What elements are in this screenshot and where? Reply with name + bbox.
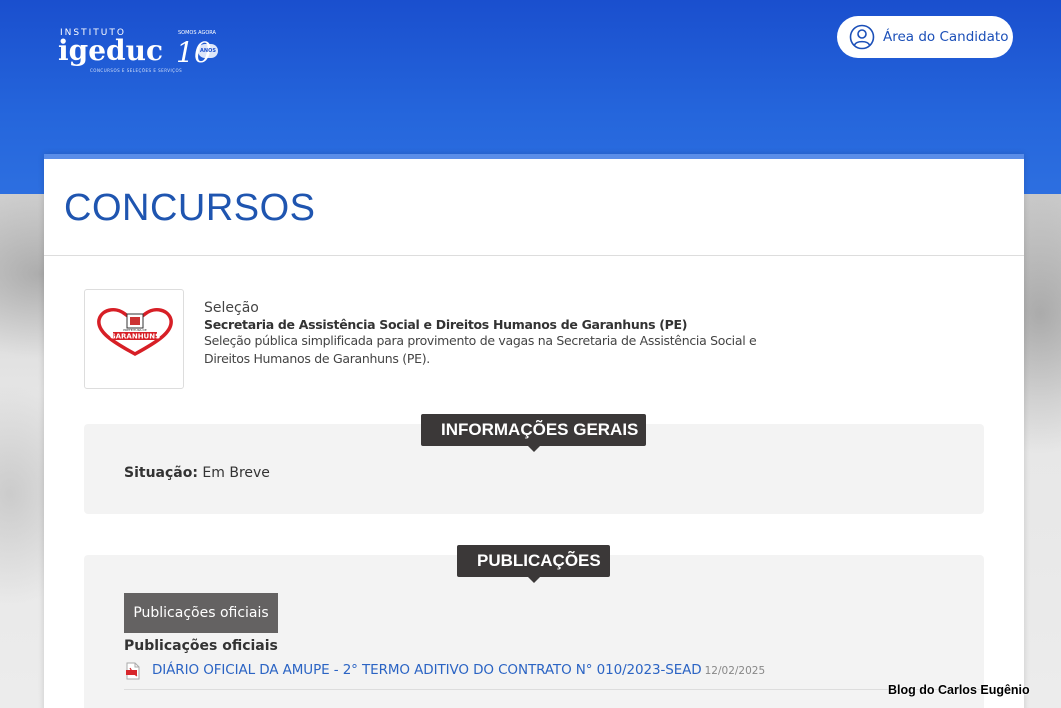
title-divider — [44, 255, 1024, 256]
status-line: Situação: Em Breve — [124, 465, 270, 481]
tab-official-publications[interactable]: Publicações oficiais — [124, 593, 278, 633]
pdf-icon — [126, 662, 140, 680]
candidate-area-button[interactable]: Área do Candidato — [837, 16, 1013, 58]
logo-tagline: CONCURSOS E SELEÇÕES E SERVIÇOS — [90, 68, 183, 73]
org-logo-subtext: PREFEITURA DE — [123, 328, 147, 332]
organization-description: Seleção pública simplificada para provim… — [204, 333, 757, 366]
publication-link[interactable]: DIÁRIO OFICIAL DA AMUPE - 2° TERMO ADITI… — [152, 662, 702, 678]
logo-name: igeduc — [58, 34, 164, 67]
publications-section: PUBLICAÇÕES Publicações oficiais Publica… — [84, 545, 986, 708]
status-value: Em Breve — [202, 465, 270, 481]
publications-heading: Publicações oficiais — [124, 638, 278, 654]
candidate-area-label: Área do Candidato — [883, 29, 1009, 45]
watermark: Blog do Carlos Eugênio — [888, 683, 1030, 697]
list-item[interactable]: DIÁRIO OFICIAL DA AMUPE - 2° TERMO ADITI… — [124, 662, 986, 690]
garanhuns-heart-logo-icon: GARANHUNS PREFEITURA DE — [97, 308, 173, 356]
content-panel: CONCURSOS GARANHUNS PREFEITURA DE Seleçã… — [44, 154, 1024, 708]
organization-name: Secretaria de Assistência Social e Direi… — [204, 317, 688, 332]
page-title: CONCURSOS — [64, 187, 316, 229]
organization-info: Seleção Secretaria de Assistência Social… — [204, 300, 764, 368]
logo-anniversary-badge: ANOS — [198, 44, 218, 58]
organization-logo: GARANHUNS PREFEITURA DE — [84, 289, 184, 389]
igeduc-logo[interactable]: INSTITUTO igeduc CONCURSOS E SELEÇÕES E … — [58, 28, 228, 76]
org-logo-text: GARANHUNS — [110, 333, 160, 341]
publications-label: PUBLICAÇÕES — [457, 545, 610, 583]
publication-date: 12/02/2025 — [704, 665, 766, 677]
user-icon — [849, 24, 875, 50]
status-label: Situação: — [124, 465, 198, 481]
general-info-section: INFORMAÇÕES GERAIS Situação: Em Breve — [84, 414, 984, 514]
selection-kind: Seleção — [204, 300, 259, 316]
general-info-label: INFORMAÇÕES GERAIS — [421, 414, 646, 452]
